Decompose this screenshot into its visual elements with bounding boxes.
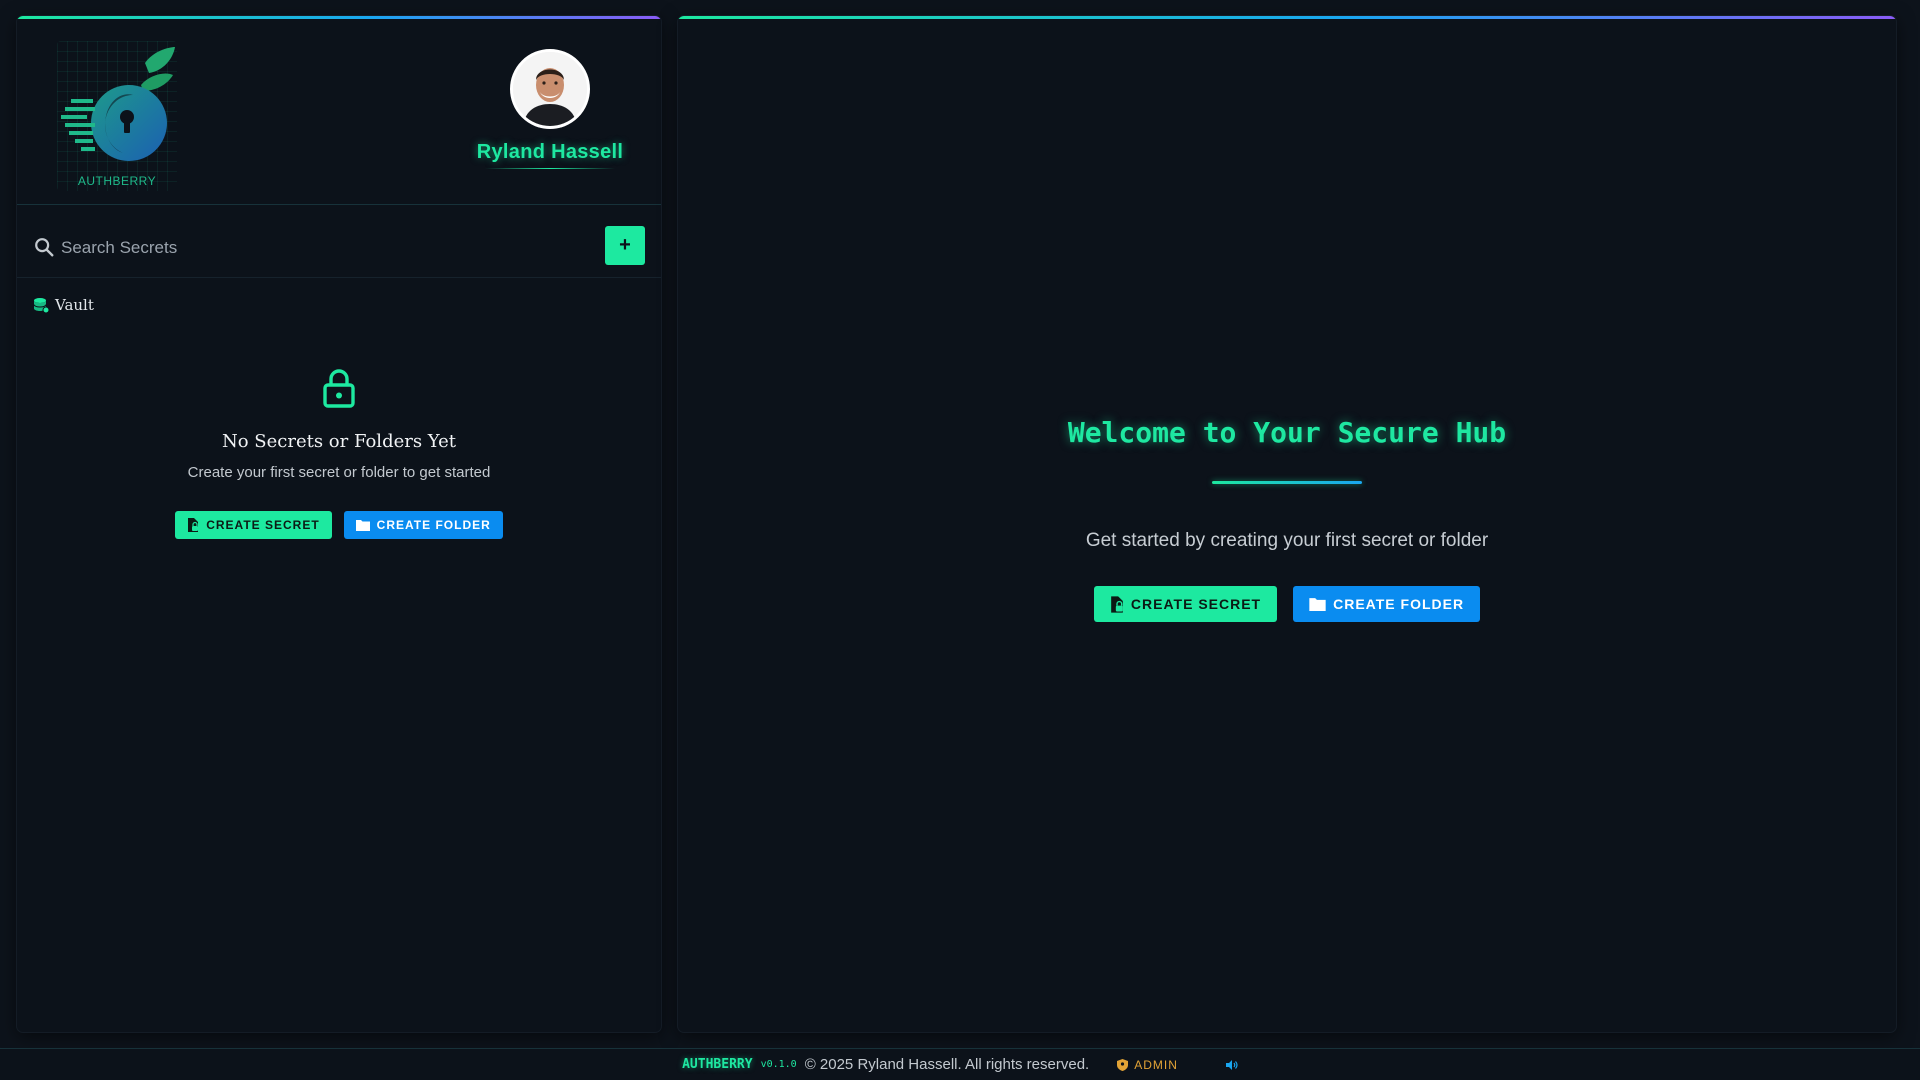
admin-shield-icon: [1117, 1058, 1129, 1071]
sidebar-empty-state: No Secrets or Folders Yet Create your fi…: [17, 368, 661, 539]
user-profile[interactable]: Ryland Hassell: [465, 49, 635, 169]
create-secret-button[interactable]: CREATE SECRET: [175, 511, 332, 539]
empty-state-actions: CREATE SECRET CREATE FOLDER: [17, 511, 661, 539]
sound-toggle[interactable]: [1225, 1059, 1238, 1070]
create-secret-label: CREATE SECRET: [206, 518, 320, 532]
create-folder-label: CREATE FOLDER: [1333, 596, 1465, 612]
admin-link[interactable]: ADMIN: [1117, 1058, 1178, 1072]
berry-keyhole-icon: [61, 47, 175, 161]
folder-icon: [355, 520, 370, 531]
folder-icon: [1309, 598, 1326, 611]
tree-item-label: Vault: [55, 296, 94, 314]
avatar[interactable]: [510, 49, 590, 129]
welcome-title: Welcome to Your Secure Hub: [1067, 416, 1507, 449]
welcome-divider: [1212, 481, 1362, 484]
footer-version: v0.1.0: [760, 1059, 797, 1070]
create-folder-label: CREATE FOLDER: [376, 518, 491, 532]
create-folder-button[interactable]: CREATE FOLDER: [343, 511, 503, 539]
footer-copyright: © 2025 Ryland Hassell. All rights reserv…: [804, 1056, 1090, 1073]
create-secret-label: CREATE SECRET: [1130, 596, 1262, 612]
user-avatar-icon: [513, 52, 587, 126]
add-button[interactable]: +: [605, 226, 645, 265]
welcome-section: Welcome to Your Secure Hub Get started b…: [678, 416, 1896, 622]
footer: AUTHBERRY v0.1.0 © 2025 Ryland Hassell. …: [0, 1048, 1920, 1080]
tree-item-vault[interactable]: Vault: [33, 294, 94, 316]
name-underline: [485, 168, 615, 169]
welcome-actions: CREATE SECRET CREATE FOLDER: [678, 586, 1896, 622]
logo-text: AUTHBERRY: [77, 174, 157, 188]
search-icon: [35, 238, 54, 257]
empty-state-title: No Secrets or Folders Yet: [221, 431, 457, 452]
search-input[interactable]: [61, 234, 561, 262]
main-panel: Welcome to Your Secure Hub Get started b…: [678, 16, 1896, 1032]
search-bar: +: [17, 226, 661, 278]
admin-label: ADMIN: [1134, 1057, 1178, 1072]
file-lock-icon: [188, 518, 199, 532]
user-name: Ryland Hassell: [476, 141, 624, 163]
welcome-subtitle: Get started by creating your first secre…: [1085, 530, 1489, 551]
create-secret-button[interactable]: CREATE SECRET: [1093, 586, 1278, 622]
sidebar-header: AUTHBERRY Ryland Hassell: [17, 19, 661, 205]
empty-state-subtitle: Create your first secret or folder to ge…: [187, 464, 491, 481]
create-folder-button[interactable]: CREATE FOLDER: [1293, 586, 1481, 622]
lock-icon: [323, 369, 355, 408]
database-icon: [33, 298, 49, 313]
footer-brand: AUTHBERRY: [682, 1057, 753, 1072]
speaker-icon: [1225, 1059, 1238, 1070]
file-lock-icon: [1111, 595, 1123, 613]
sidebar-panel: AUTHBERRY Ryland Hassell Search Secrets …: [17, 16, 661, 1032]
authberry-logo[interactable]: AUTHBERRY: [57, 41, 177, 191]
